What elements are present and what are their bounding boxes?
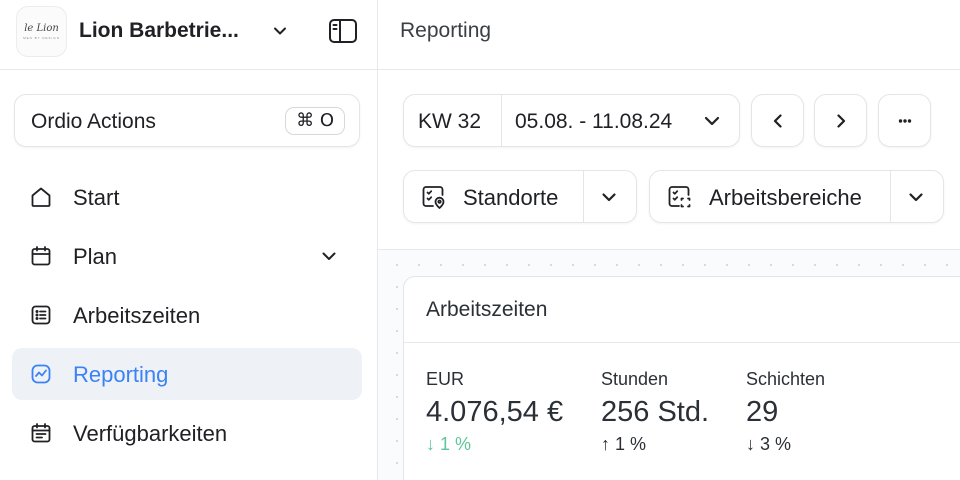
sidebar-item-verfuegbarkeiten[interactable]: Verfügbarkeiten — [12, 407, 362, 459]
metric-schichten: Schichten 29 ↓ 3 % — [746, 369, 825, 455]
tenant-name[interactable]: Lion Barbetrie... — [79, 19, 239, 43]
chevron-left-icon — [773, 114, 782, 128]
calendar-icon — [31, 246, 51, 266]
page-title: Reporting — [400, 19, 492, 42]
metric-value: 29 — [746, 396, 779, 428]
sidebar-item-arbeitszeiten[interactable]: Arbeitszeiten — [12, 289, 362, 341]
date-range: 05.08. - 11.08.24 — [515, 110, 673, 133]
metric-change: ↑ 1 % — [601, 434, 647, 454]
sidebar-item-start[interactable]: Start — [12, 171, 362, 223]
metric-change: ↓ 3 % — [746, 434, 792, 454]
sidebar-item-label: Arbeitszeiten — [73, 303, 201, 328]
chevron-down-icon[interactable] — [905, 186, 927, 208]
chevron-down-icon[interactable] — [598, 186, 620, 208]
chevron-down-icon[interactable] — [700, 109, 724, 133]
location-checklist-icon — [422, 186, 445, 209]
metric-eur: EUR 4.076,54 € ↓ 1 % — [426, 369, 563, 455]
filter-label: Standorte — [463, 185, 559, 210]
metric-change: ↓ 1 % — [426, 434, 472, 454]
logo-tagline: MEN BY DESIGN — [23, 35, 60, 40]
chart-icon — [31, 364, 51, 384]
filter-label: Arbeitsbereiche — [709, 185, 862, 210]
sidebar-item-plan[interactable]: Plan — [12, 230, 362, 282]
metric-value: 4.076,54 € — [426, 396, 564, 428]
list-icon — [31, 305, 51, 325]
week-picker[interactable]: KW 32 05.08. - 11.08.24 — [403, 94, 740, 147]
sidebar-item-reporting[interactable]: Reporting — [12, 348, 362, 400]
logo-script-text: le Lion — [24, 22, 59, 34]
card-header: Arbeitszeiten — [404, 277, 960, 343]
sidebar-item-label: Plan — [73, 244, 118, 269]
sidebar-item-label: Start — [73, 185, 120, 210]
filter-arbeitsbereiche[interactable]: Arbeitsbereiche — [649, 170, 944, 223]
main-header: Reporting — [378, 0, 960, 70]
calendar-list-icon — [31, 423, 51, 443]
area-checklist-icon — [668, 186, 691, 208]
ordio-actions-label: Ordio Actions — [31, 110, 156, 133]
filter-divider — [583, 171, 584, 222]
card-title: Arbeitszeiten — [426, 298, 548, 321]
chevron-down-icon[interactable] — [270, 21, 290, 41]
ordio-actions-button[interactable]: Ordio Actions ⌘ O — [14, 94, 360, 147]
tenant-logo[interactable]: le Lion MEN BY DESIGN — [16, 6, 67, 57]
chevron-down-icon[interactable] — [318, 245, 340, 267]
metric-stunden: Stunden 256 Std. ↑ 1 % — [601, 369, 709, 455]
sidebar: le Lion MEN BY DESIGN Lion Barbetrie... … — [0, 0, 378, 480]
metric-label: Stunden — [601, 369, 669, 389]
next-week-button[interactable] — [814, 94, 867, 147]
previous-week-button[interactable] — [751, 94, 804, 147]
week-number: KW 32 — [418, 110, 482, 133]
sidebar-header: le Lion MEN BY DESIGN Lion Barbetrie... — [0, 0, 377, 70]
main-content: Reporting KW 32 05.08. - 11.08.24 Stando… — [378, 0, 960, 480]
home-icon — [31, 187, 51, 207]
sidebar-item-label: Reporting — [73, 362, 169, 387]
metric-label: EUR — [426, 369, 465, 389]
keyboard-shortcut-badge: ⌘ O — [285, 107, 345, 135]
arbeitszeiten-card: Arbeitszeiten EUR 4.076,54 € ↓ 1 % Stund… — [403, 276, 960, 480]
more-horizontal-icon — [898, 119, 912, 123]
filter-divider — [890, 171, 891, 222]
filter-standorte[interactable]: Standorte — [403, 170, 637, 223]
more-options-button[interactable] — [878, 94, 931, 147]
sidebar-toggle-icon[interactable] — [328, 18, 358, 44]
sidebar-item-label: Verfügbarkeiten — [73, 421, 228, 446]
toolbar: KW 32 05.08. - 11.08.24 Standorte Arbeit… — [378, 70, 960, 250]
chevron-right-icon — [837, 114, 846, 128]
metric-value: 256 Std. — [601, 396, 710, 428]
week-divider — [501, 95, 502, 146]
metric-label: Schichten — [746, 369, 826, 389]
